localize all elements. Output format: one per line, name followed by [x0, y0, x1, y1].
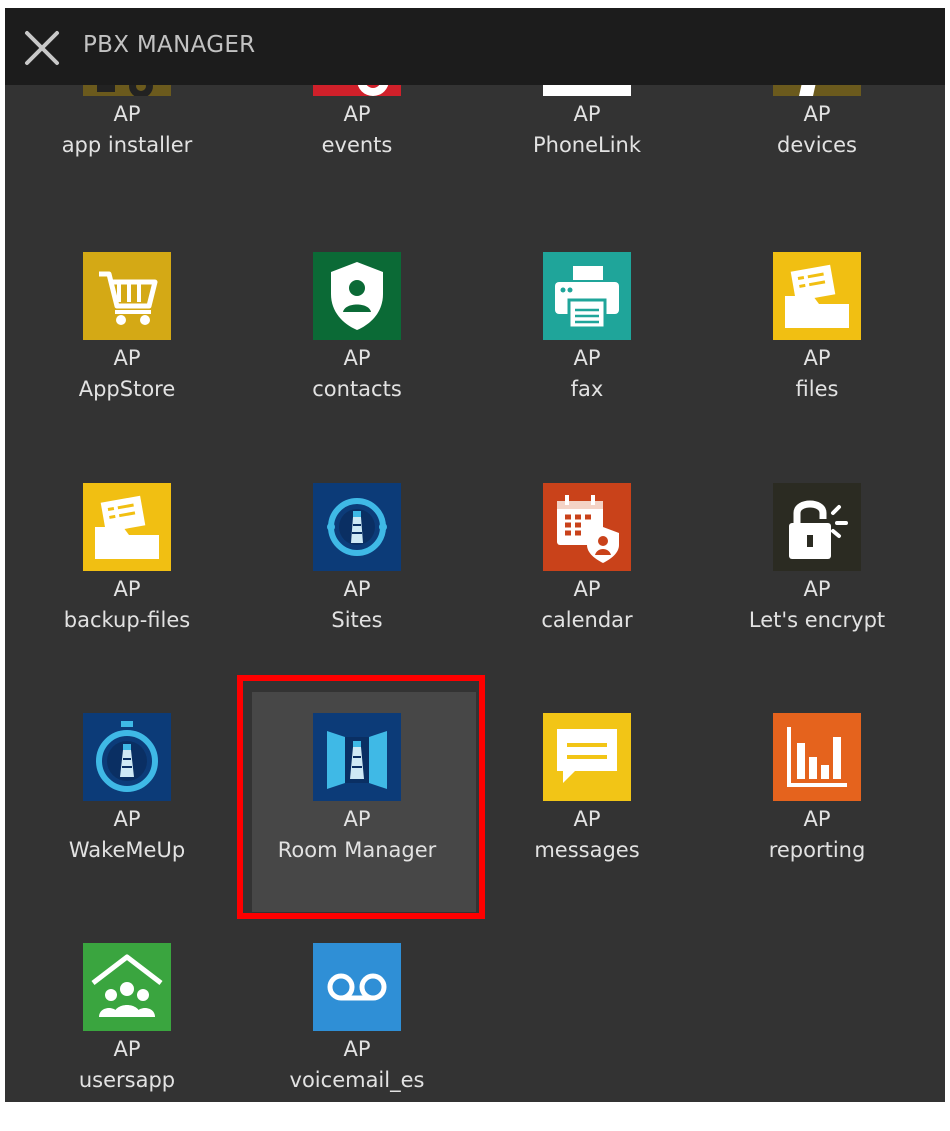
app-tile-calendar-label: calendar	[541, 608, 633, 632]
close-button[interactable]	[22, 28, 62, 68]
app-tile-fax-line1: AP	[573, 346, 601, 370]
app-tile-room-manager-line1: AP	[343, 807, 371, 831]
calendar-icon	[543, 483, 631, 571]
app-tile-app-installer-line1: AP	[113, 102, 141, 126]
app-tile-voicemail-es-label: voicemail_es	[289, 1068, 425, 1092]
app-tile-usersapp-line1: AP	[113, 1037, 141, 1061]
app-tile-app-installer-label: app installer	[61, 133, 193, 157]
app-tile-calendar[interactable]: AP calendar	[472, 483, 702, 713]
app-tile-sites[interactable]: AP Sites	[242, 483, 472, 713]
app-tile-messages-label: messages	[534, 838, 640, 862]
shopping-cart-icon	[83, 252, 171, 340]
stopwatch-lighthouse-icon	[83, 713, 171, 801]
app-tile-backup-files[interactable]: AP backup-files	[12, 483, 242, 713]
app-tile-lets-encrypt-label: Let's encrypt	[748, 608, 886, 632]
app-tile-room-manager[interactable]: AP Room Manager	[242, 713, 472, 943]
app-tile-sites-line1: AP	[343, 577, 371, 601]
app-tile-lets-encrypt-line1: AP	[803, 577, 831, 601]
app-tile-voicemail-es[interactable]: AP voicemail_es	[242, 943, 472, 1102]
app-tile-voicemail-es-line1: AP	[343, 1037, 371, 1061]
app-tile-usersapp-label: usersapp	[78, 1068, 176, 1092]
app-tile-appstore-label: AppStore	[78, 377, 176, 401]
app-tile-files-label: files	[795, 377, 839, 401]
room-door-icon	[313, 713, 401, 801]
app-tile-fax[interactable]: AP fax	[472, 252, 702, 482]
app-tile-contacts[interactable]: AP contacts	[242, 252, 472, 482]
app-tile-wakemeup-label: WakeMeUp	[68, 838, 186, 862]
fax-printer-icon	[543, 252, 631, 340]
app-window: AP app installer AP events AP PhoneLink …	[5, 8, 945, 1102]
app-tile-files[interactable]: AP files	[702, 252, 932, 482]
app-tile-appstore-line1: AP	[113, 346, 141, 370]
users-home-icon	[83, 943, 171, 1031]
folder-files-icon	[773, 252, 861, 340]
contacts-shield-icon	[313, 252, 401, 340]
app-tile-reporting-label: reporting	[768, 838, 866, 862]
app-tile-wakemeup[interactable]: AP WakeMeUp	[12, 713, 242, 943]
app-tile-contacts-label: contacts	[312, 377, 402, 401]
bar-chart-icon	[773, 713, 861, 801]
page-title: PBX MANAGER	[83, 32, 256, 58]
padlock-icon	[773, 483, 861, 571]
voicemail-icon	[313, 943, 401, 1031]
app-tile-lets-encrypt[interactable]: AP Let's encrypt	[702, 483, 932, 713]
close-icon	[25, 31, 59, 65]
app-tile-messages-line1: AP	[573, 807, 601, 831]
app-tile-backup-files-line1: AP	[113, 577, 141, 601]
app-tile-devices-line1: AP	[803, 102, 831, 126]
app-tile-events-line1: AP	[343, 102, 371, 126]
app-header: PBX MANAGER	[5, 8, 945, 85]
app-tile-phonelink-line1: AP	[573, 102, 601, 126]
message-bubble-icon	[543, 713, 631, 801]
app-tile-reporting-line1: AP	[803, 807, 831, 831]
app-tile-phonelink-label: PhoneLink	[532, 133, 642, 157]
app-tile-reporting[interactable]: AP reporting	[702, 713, 932, 943]
app-tile-usersapp[interactable]: AP usersapp	[12, 943, 242, 1102]
app-tile-sites-label: Sites	[331, 608, 383, 632]
app-tile-events-label: events	[321, 133, 393, 157]
app-tile-backup-files-label: backup-files	[63, 608, 191, 632]
app-tile-calendar-line1: AP	[573, 577, 601, 601]
folder-backup-icon	[83, 483, 171, 571]
app-tile-fax-label: fax	[570, 377, 604, 401]
app-tile-contacts-line1: AP	[343, 346, 371, 370]
lighthouse-sites-icon	[313, 483, 401, 571]
app-tile-messages[interactable]: AP messages	[472, 713, 702, 943]
app-tile-devices-label: devices	[777, 133, 857, 157]
app-tile-files-line1: AP	[803, 346, 831, 370]
app-tile-appstore[interactable]: AP AppStore	[12, 252, 242, 482]
app-grid: AP app installer AP events AP PhoneLink …	[5, 8, 945, 1102]
app-tile-wakemeup-line1: AP	[113, 807, 141, 831]
app-tile-room-manager-label: Room Manager	[277, 838, 437, 862]
